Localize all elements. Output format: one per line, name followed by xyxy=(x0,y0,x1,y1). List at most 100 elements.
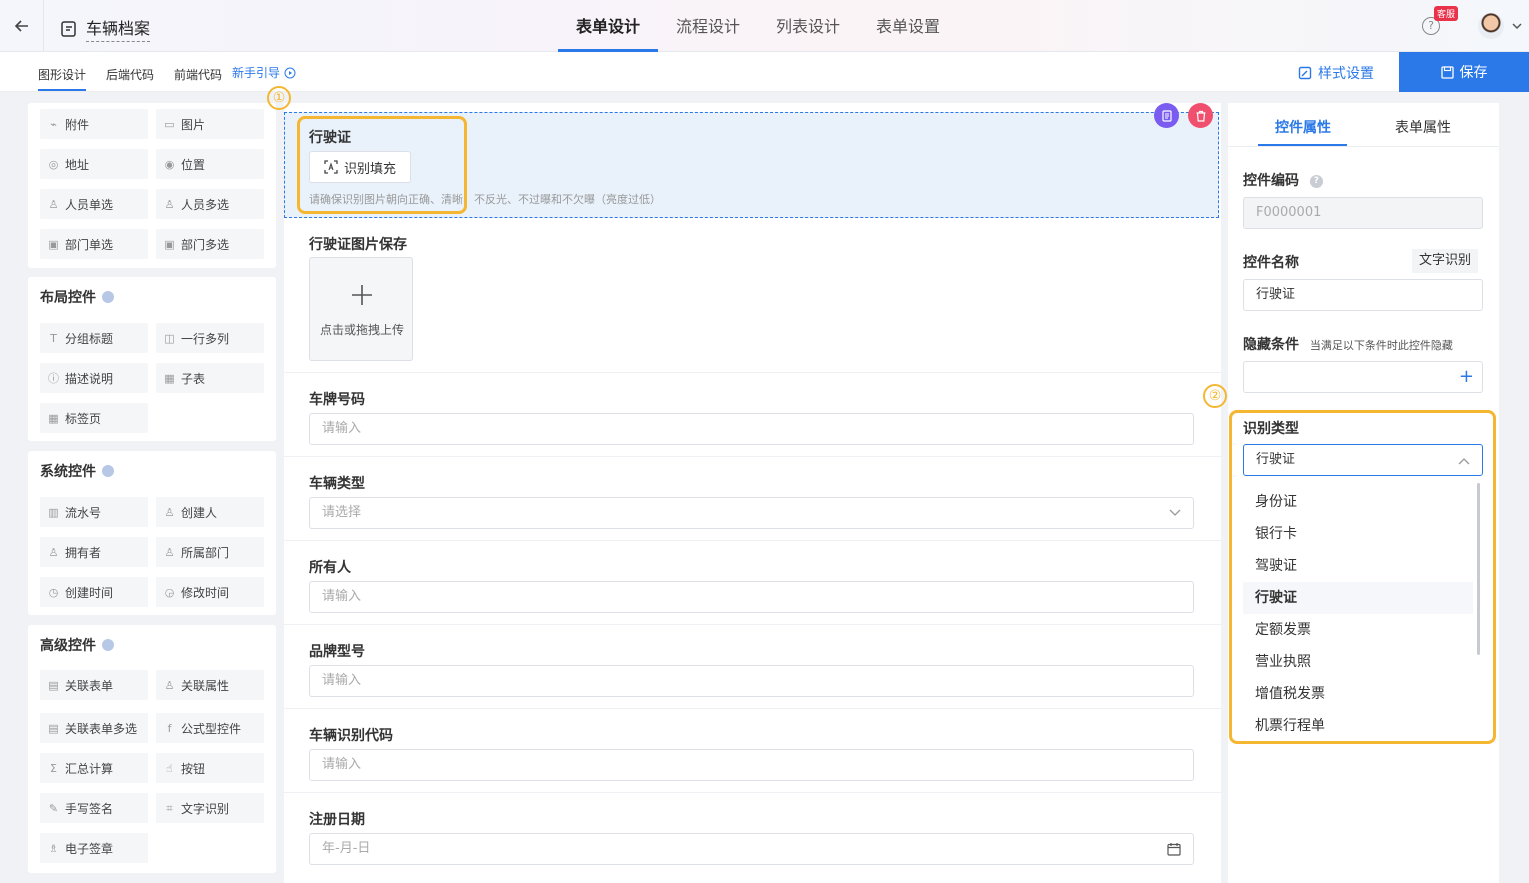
save-icon xyxy=(1440,65,1454,79)
control-signature[interactable]: ✎ 手写签名 xyxy=(40,793,148,823)
style-settings-label: 样式设置 xyxy=(1318,66,1374,82)
tab-form-props[interactable]: 表单属性 xyxy=(1395,117,1451,137)
control-related-form[interactable]: ▤ 关联表单 xyxy=(40,670,148,700)
control-address[interactable]: ◎ 地址 xyxy=(40,149,148,179)
control-owner[interactable]: ♙ 拥有者 xyxy=(40,537,148,567)
style-settings-button[interactable]: 样式设置 xyxy=(1298,63,1374,83)
save-button[interactable]: 保存 xyxy=(1399,52,1529,92)
customer-service-badge[interactable]: 客服 xyxy=(1434,6,1459,21)
control-attachment[interactable]: ⌁ 附件 xyxy=(40,109,148,139)
control-label: 汇总计算 xyxy=(65,761,114,776)
guide-link[interactable]: 新手引导 xyxy=(232,64,296,81)
back-button[interactable] xyxy=(0,0,44,52)
control-subtable[interactable]: ▦ 子表 xyxy=(156,363,264,393)
scan-icon: ⌗ xyxy=(166,801,173,815)
plus-icon[interactable]: + xyxy=(1459,362,1474,392)
name-input[interactable]: 行驶证 xyxy=(1243,279,1483,311)
control-label: 附件 xyxy=(65,117,90,132)
control-label: 所属部门 xyxy=(181,545,230,560)
tabs-icon: ▦ xyxy=(48,411,59,425)
copy-icon xyxy=(1161,109,1172,122)
subtab-frontend[interactable]: 前端代码 xyxy=(174,66,222,83)
control-label: 电子签章 xyxy=(65,841,114,856)
avatar[interactable] xyxy=(1478,13,1504,39)
control-label: 流水号 xyxy=(65,505,102,520)
control-aggregate[interactable]: Σ 汇总计算 xyxy=(40,753,148,783)
tab-form-settings[interactable]: 表单设置 xyxy=(858,0,958,52)
play-circle-icon xyxy=(284,67,296,78)
field-label: 车牌号码 xyxy=(309,392,365,408)
control-e-seal[interactable]: ♗ 电子签章 xyxy=(40,833,148,863)
question-icon[interactable]: ? xyxy=(1309,174,1323,188)
control-creator[interactable]: ♙ 创建人 xyxy=(156,497,264,527)
control-related-form-multi[interactable]: ▤ 关联表单多选 xyxy=(40,713,148,743)
delete-button[interactable] xyxy=(1188,103,1213,128)
text-icon: T xyxy=(50,331,57,345)
control-dept-single[interactable]: ▣ 部门单选 xyxy=(40,229,148,259)
control-tabs[interactable]: ▦ 标签页 xyxy=(40,403,148,433)
upload-box[interactable]: 点击或拖拽上传 xyxy=(309,257,413,361)
app-title-text[interactable]: 车辆档案 xyxy=(86,15,151,42)
subtab-backend[interactable]: 后端代码 xyxy=(106,66,154,83)
control-label: 创建人 xyxy=(181,505,218,520)
control-description[interactable]: ⓘ 描述说明 xyxy=(40,363,148,393)
control-user-multi[interactable]: ♙ 人员多选 xyxy=(156,189,264,219)
upload-field: 行驶证图片保存 点击或拖拽上传 xyxy=(284,218,1221,373)
tab-list-design[interactable]: 列表设计 xyxy=(758,0,858,52)
vehicle-type-select[interactable]: 请选择 xyxy=(309,497,1194,529)
control-label: 关联表单多选 xyxy=(65,721,138,736)
control-image[interactable]: ▭ 图片 xyxy=(156,109,264,139)
plate-number-input[interactable]: 请输入 xyxy=(309,413,1194,445)
field-plate-number: 车牌号码 请输入 xyxy=(284,373,1221,457)
question-icon[interactable] xyxy=(102,291,114,303)
question-icon[interactable] xyxy=(102,465,114,477)
control-created-time[interactable]: ◷ 创建时间 xyxy=(40,577,148,607)
save-label: 保存 xyxy=(1459,65,1488,81)
register-date-input[interactable]: 年-月-日 xyxy=(309,833,1194,865)
control-label: 修改时间 xyxy=(181,585,230,600)
tab-flow-design[interactable]: 流程设计 xyxy=(658,0,758,52)
date-placeholder: 年-月-日 xyxy=(322,841,371,856)
code-label-text: 控件编码 xyxy=(1243,173,1299,189)
control-ocr[interactable]: ⌗ 文字识别 xyxy=(156,793,264,823)
brand-model-input[interactable]: 请输入 xyxy=(309,665,1194,697)
control-dept-multi[interactable]: ▣ 部门多选 xyxy=(156,229,264,259)
paperclip-icon: ⌁ xyxy=(50,117,57,131)
owner-input[interactable]: 请输入 xyxy=(309,581,1194,613)
control-modified-time[interactable]: ◶ 修改时间 xyxy=(156,577,264,607)
field-label: 所有人 xyxy=(309,560,351,576)
tab-control-props[interactable]: 控件属性 xyxy=(1275,117,1331,137)
chevron-down-icon[interactable] xyxy=(1512,22,1522,30)
style-icon xyxy=(1298,66,1312,80)
control-label: 标签页 xyxy=(65,411,102,426)
field-owner: 所有人 请输入 xyxy=(284,541,1221,625)
question-icon[interactable] xyxy=(102,639,114,651)
control-location[interactable]: ◉ 位置 xyxy=(156,149,264,179)
control-owner-dept[interactable]: ♙ 所属部门 xyxy=(156,537,264,567)
control-multi-column[interactable]: ◫ 一行多列 xyxy=(156,323,264,353)
control-button[interactable]: ☝ 按钮 xyxy=(156,753,264,783)
control-label: 子表 xyxy=(181,371,206,386)
tab-form-design[interactable]: 表单设计 xyxy=(558,0,659,52)
users-icon: ♙ xyxy=(164,197,175,211)
control-related-attr[interactable]: ♙ 关联属性 xyxy=(156,670,264,700)
copy-button[interactable] xyxy=(1154,103,1179,128)
clock-icon: ◷ xyxy=(48,585,59,599)
control-serial-number[interactable]: ▥ 流水号 xyxy=(40,497,148,527)
control-group-title[interactable]: T 分组标题 xyxy=(40,323,148,353)
control-label: 人员多选 xyxy=(181,197,230,212)
vin-input[interactable]: 请输入 xyxy=(309,749,1194,781)
user-icon: ♙ xyxy=(164,505,175,519)
code-input[interactable]: F0000001 xyxy=(1243,197,1483,229)
control-user-single[interactable]: ♙ 人员单选 xyxy=(40,189,148,219)
table-icon: ▦ xyxy=(164,371,175,385)
calendar-icon xyxy=(1167,843,1181,856)
pen-icon: ✎ xyxy=(48,801,59,815)
subtab-graphic[interactable]: 图形设计 xyxy=(38,66,87,91)
upload-text: 点击或拖拽上传 xyxy=(319,323,404,337)
form-icon xyxy=(61,20,76,37)
panel-title-text: 高级控件 xyxy=(40,638,96,654)
hide-condition-input[interactable]: + xyxy=(1243,361,1483,393)
control-formula[interactable]: f 公式型控件 xyxy=(156,713,264,743)
code-label: 控件编码 ? xyxy=(1243,170,1323,190)
